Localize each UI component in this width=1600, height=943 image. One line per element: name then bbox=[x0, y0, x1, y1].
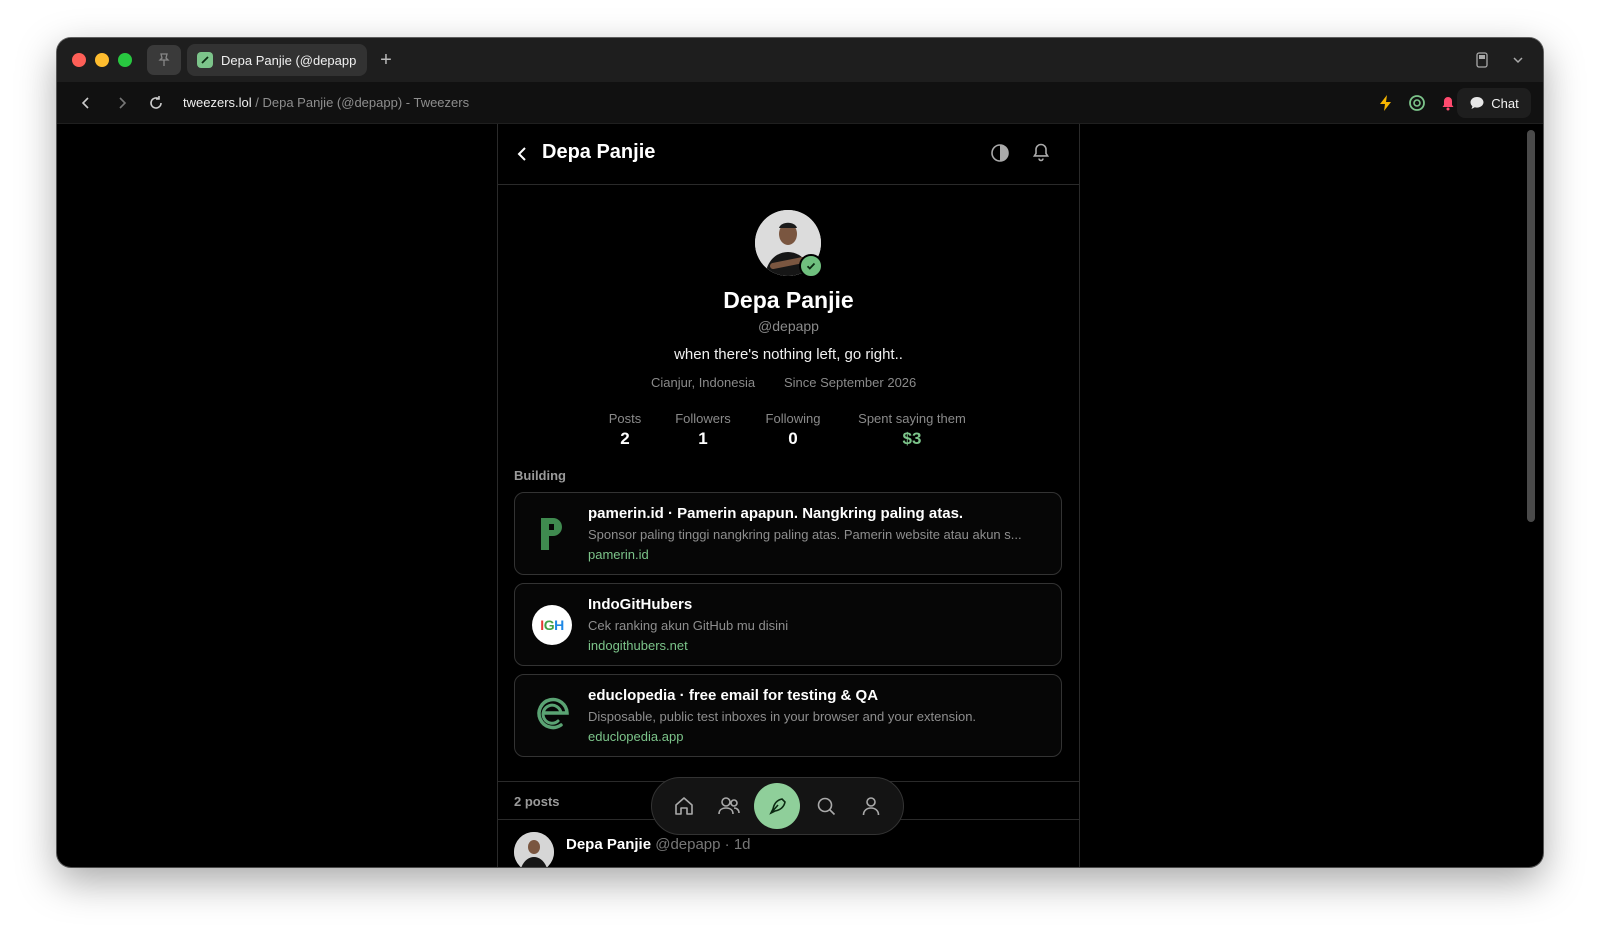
post-meta: @depapp · 1d bbox=[651, 836, 751, 853]
tab-active[interactable]: Depa Panjie (@depapp bbox=[187, 44, 367, 76]
notification-bell-icon[interactable] bbox=[1030, 141, 1052, 163]
stat-value: 2 bbox=[620, 429, 630, 448]
stat-label: Posts bbox=[608, 411, 642, 426]
tab-title: Depa Panjie (@depapp bbox=[221, 52, 357, 68]
compose-feather-icon[interactable] bbox=[754, 783, 801, 829]
profile-handle: @depapp bbox=[758, 318, 819, 334]
stat-value: 1 bbox=[698, 429, 708, 448]
project-title: educlopedia · free email for testing & Q… bbox=[588, 687, 879, 704]
forward-icon[interactable] bbox=[113, 94, 131, 112]
home-icon[interactable] bbox=[665, 787, 703, 825]
stat-following[interactable]: Following 0 bbox=[763, 411, 823, 449]
close-window-button[interactable] bbox=[72, 53, 86, 67]
browser-window: Depa Panjie (@depapp + tweezers.lol / De… bbox=[57, 38, 1543, 867]
project-link[interactable]: pamerin.id bbox=[588, 547, 649, 562]
profile-location: Cianjur, Indonesia bbox=[651, 375, 756, 390]
profile-bio: when there's nothing left, go right.. bbox=[674, 346, 903, 363]
lightning-extension-icon[interactable] bbox=[1376, 93, 1396, 113]
chat-label: Chat bbox=[1491, 95, 1519, 111]
building-heading: Building bbox=[514, 468, 566, 483]
project-description: Disposable, public test inboxes in your … bbox=[588, 709, 977, 724]
url-field[interactable]: tweezers.lol / Depa Panjie (@depapp) - T… bbox=[183, 95, 469, 110]
back-arrow-icon[interactable] bbox=[512, 143, 534, 165]
people-icon[interactable] bbox=[710, 787, 748, 825]
back-icon[interactable] bbox=[77, 94, 95, 112]
posts-count: 2 posts bbox=[514, 794, 560, 809]
chevron-down-icon[interactable] bbox=[1509, 51, 1527, 69]
chat-bubble-icon bbox=[1470, 97, 1484, 109]
search-icon[interactable] bbox=[807, 787, 845, 825]
stat-label: Followers bbox=[675, 411, 731, 426]
profile-user-icon[interactable] bbox=[852, 787, 890, 825]
bell-extension-icon[interactable] bbox=[1438, 93, 1458, 113]
stat-label: Following bbox=[765, 411, 821, 426]
stat-value: 0 bbox=[788, 429, 798, 448]
bottom-nav bbox=[651, 777, 904, 835]
project-link[interactable]: educlopedia.app bbox=[588, 729, 683, 744]
stat-value: $3 bbox=[902, 429, 922, 448]
profile-joined: Since September 2026 bbox=[784, 375, 917, 390]
project-card[interactable]: IGH IndoGitHubers Cek ranking akun GitHu… bbox=[514, 583, 1062, 666]
igh-logo-icon: IGH bbox=[531, 604, 573, 646]
sidebar-toggle-icon[interactable] bbox=[1473, 51, 1491, 69]
maximize-window-button[interactable] bbox=[118, 53, 132, 67]
project-link[interactable]: indogithubers.net bbox=[588, 638, 688, 653]
stat-posts[interactable]: Posts 2 bbox=[607, 411, 643, 449]
reload-icon[interactable] bbox=[147, 94, 165, 112]
url-host: tweezers.lol bbox=[183, 95, 252, 110]
address-bar: tweezers.lol / Depa Panjie (@depapp) - T… bbox=[57, 82, 1543, 124]
project-title: IndoGitHubers bbox=[588, 596, 693, 613]
project-card[interactable]: educlopedia · free email for testing & Q… bbox=[514, 674, 1062, 757]
tab-bar: Depa Panjie (@depapp + bbox=[57, 38, 1543, 82]
project-card[interactable]: pamerin.id · Pamerin apapun. Nangkring p… bbox=[514, 492, 1062, 575]
at-extension-icon[interactable] bbox=[1407, 93, 1427, 113]
stat-label: Spent saying them bbox=[858, 411, 966, 426]
stat-spent: Spent saying them $3 bbox=[853, 411, 971, 449]
tweezers-favicon-icon bbox=[197, 52, 213, 68]
minimize-window-button[interactable] bbox=[95, 53, 109, 67]
profile-header: Depa Panjie bbox=[498, 124, 1079, 185]
profile-name: Depa Panjie bbox=[723, 287, 854, 313]
project-description: Cek ranking akun GitHub mu disini bbox=[588, 618, 789, 633]
post-author[interactable]: Depa Panjie @depapp · 1d bbox=[566, 836, 751, 853]
post-avatar[interactable] bbox=[514, 832, 554, 867]
pin-icon[interactable] bbox=[147, 45, 181, 75]
chat-button[interactable]: Chat bbox=[1457, 88, 1531, 118]
educlopedia-logo-icon bbox=[531, 695, 573, 737]
page-scrollbar[interactable] bbox=[1527, 130, 1535, 522]
profile-column: Depa Panjie Depa Panjie @depapp when the… bbox=[497, 124, 1080, 867]
verified-badge-icon bbox=[799, 254, 823, 278]
project-title: pamerin.id · Pamerin apapun. Nangkring p… bbox=[588, 505, 964, 522]
theme-toggle-icon[interactable] bbox=[989, 142, 1011, 164]
page-title: Depa Panjie bbox=[542, 141, 656, 163]
new-tab-button[interactable]: + bbox=[375, 49, 397, 71]
stat-followers[interactable]: Followers 1 bbox=[673, 411, 733, 449]
pamerin-logo-icon bbox=[531, 513, 573, 555]
url-page-title: / Depa Panjie (@depapp) - Tweezers bbox=[251, 95, 470, 110]
project-description: Sponsor paling tinggi nangkring paling a… bbox=[588, 527, 1022, 542]
post-author-name: Depa Panjie bbox=[566, 836, 652, 853]
